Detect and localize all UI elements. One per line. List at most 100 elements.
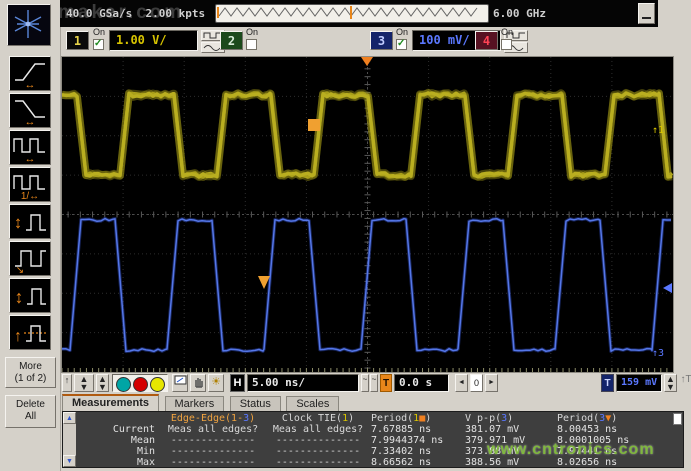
- measurement-value: --------------: [265, 446, 371, 457]
- sidebar-meas-v-peak-peak-button[interactable]: ↕: [9, 278, 51, 313]
- sidebar-meas-v-amplitude-button[interactable]: ↕: [9, 204, 51, 239]
- position-spinner[interactable]: ▲▼: [74, 374, 94, 392]
- more-measurements-button[interactable]: More (1 of 2): [5, 357, 56, 388]
- channel-1-scale-field[interactable]: 1.00 V/: [109, 30, 198, 51]
- measurement-row: Mean----------------------------7.994437…: [77, 435, 682, 446]
- scroll-down-button[interactable]: ▼: [63, 455, 76, 467]
- measurements-scrollbar[interactable]: ▲ ▼: [63, 412, 76, 467]
- horizontal-position-field[interactable]: 0.0 s: [394, 374, 449, 392]
- horizontal-setup-button[interactable]: H: [230, 374, 245, 392]
- channel-2-on-checkbox[interactable]: [246, 39, 257, 50]
- marker-color-buttons[interactable]: [112, 374, 168, 392]
- channel-3-on-checkbox[interactable]: [396, 39, 407, 50]
- timebase-field[interactable]: 5.00 ns/: [247, 374, 359, 392]
- measurement-row: CurrentMeas all edges?Meas all edges?7.6…: [77, 424, 682, 435]
- table-scroll-nub[interactable]: [673, 413, 682, 425]
- delete-all-button[interactable]: Delete All: [5, 395, 56, 428]
- waveform-grid: ↑1 ↑3: [62, 57, 673, 372]
- measurement-value: Meas all edges?: [161, 424, 265, 435]
- measurement-header-cell: V p-p(3): [465, 413, 557, 424]
- measurement-header-cell: Edge-Edge(1-3): [161, 413, 265, 424]
- measurement-row: Min----------------------------7.33402 n…: [77, 446, 682, 457]
- measurement-row-label: Max: [77, 457, 161, 468]
- svg-text:↑1: ↑1: [652, 125, 664, 136]
- marker-up-button[interactable]: ↑: [62, 374, 72, 392]
- trigger-level-field[interactable]: 159 mV: [616, 374, 662, 392]
- measurement-row: Max----------------------------8.66562 n…: [77, 457, 682, 468]
- channel-3-on-label: On: [396, 27, 408, 37]
- measurement-value: 7.67885 ns: [371, 424, 465, 435]
- svg-text:↔: ↔: [25, 79, 36, 89]
- period-icon: ↔: [11, 132, 49, 163]
- measurement-row-label: Min: [77, 446, 161, 457]
- sidebar-meas-frequency-button[interactable]: 1/↔: [9, 167, 51, 202]
- measurement-value: 381.07 mV: [465, 424, 557, 435]
- app-logo-button[interactable]: [7, 4, 51, 46]
- sidebar-meas-time-edge-button[interactable]: ↘: [9, 241, 51, 276]
- channel-2-on-label: On: [246, 27, 258, 37]
- sidebar-meas-rise-time-button[interactable]: ↔: [9, 56, 51, 91]
- trigger-time-button[interactable]: T: [380, 374, 392, 392]
- zoom-wave-button[interactable]: ~: [361, 374, 369, 392]
- fall-time-icon: ↔: [11, 95, 49, 126]
- touch-button[interactable]: [190, 374, 206, 392]
- measurement-sidebar: ↔ ↔ ↔ 1/↔ ↕ ↘ ↕ ↑: [0, 0, 61, 471]
- trigger-level-button[interactable]: T: [601, 374, 614, 392]
- channel-2-button[interactable]: 2: [220, 31, 243, 50]
- channel-1-on-checkbox[interactable]: [93, 39, 104, 50]
- measurement-value: 8.00453 ns: [557, 424, 682, 435]
- frequency-icon: 1/↔: [11, 169, 49, 200]
- v-peak-peak-icon: ↕: [11, 280, 49, 311]
- measurement-value: --------------: [161, 435, 265, 446]
- more-button-line2: (1 of 2): [6, 373, 55, 385]
- svg-text:↕: ↕: [15, 287, 24, 307]
- v-amplitude-icon: ↕: [11, 206, 49, 237]
- brightness-button[interactable]: ☀: [208, 374, 224, 392]
- measurement-row-label: Current: [77, 424, 161, 435]
- measurement-row-label: Mean: [77, 435, 161, 446]
- channel-4-on-checkbox[interactable]: [501, 39, 512, 50]
- display-settings-button[interactable]: [172, 374, 188, 392]
- trigger-level-spinner[interactable]: ▲▼: [664, 374, 677, 392]
- acquisition-bar: 40.0 GSa/s 2.00 kpts 6.00 GHz: [60, 0, 658, 27]
- memory-bar-waveform-preview: [216, 5, 486, 20]
- measurement-header-cell: Period(3▼): [557, 413, 682, 424]
- red-marker-button[interactable]: [133, 377, 148, 392]
- sidebar-meas-v-average-button[interactable]: ↑: [9, 315, 51, 350]
- channel-3-button[interactable]: 3: [370, 31, 393, 50]
- position-value[interactable]: 0: [470, 374, 483, 392]
- yellow-marker-button[interactable]: [150, 377, 165, 392]
- measurements-panel: ▲ ▼ Edge-Edge(1-3)Clock TIE(1)Period(1■)…: [62, 411, 684, 468]
- position-left-button[interactable]: ◄: [455, 374, 468, 392]
- minimize-button[interactable]: [638, 3, 655, 24]
- channel-4-button[interactable]: 4: [475, 31, 498, 50]
- position-right-button[interactable]: ►: [485, 374, 498, 392]
- horizontal-toolbar: ↑ ▲▼ ▲▼ ☀ H 5.00 ns/ ~ ~ T 0.0 s ◄ 0 ► T…: [60, 373, 691, 394]
- teal-marker-button[interactable]: [116, 377, 131, 392]
- memory-depth: 2.00 kpts: [145, 7, 205, 20]
- more-button-line1: More: [6, 361, 55, 373]
- wave-mode-button[interactable]: ~: [370, 374, 378, 392]
- svg-text:↕: ↕: [14, 213, 23, 232]
- hand-icon: [192, 375, 205, 388]
- measurement-header-cell: Period(1■): [371, 413, 465, 424]
- sample-rate-memory-readout: 40.0 GSa/s 2.00 kpts: [66, 7, 205, 20]
- measurement-value: 7.33402 ns: [371, 446, 465, 457]
- svg-text:↔: ↔: [25, 153, 36, 163]
- measurement-value: --------------: [265, 457, 371, 468]
- sidebar-meas-period-button[interactable]: ↔: [9, 130, 51, 165]
- scroll-up-button[interactable]: ▲: [63, 412, 76, 424]
- measurement-header-cell: Clock TIE(1): [265, 413, 371, 424]
- channel-1-button[interactable]: 1: [66, 31, 89, 50]
- sidebar-meas-fall-time-button[interactable]: ↔: [9, 93, 51, 128]
- waveform-display[interactable]: ↑1 ↑3: [62, 57, 673, 372]
- acquisition-memory-bar[interactable]: [215, 4, 489, 23]
- delete-button-line2: All: [6, 411, 55, 423]
- measurement-value: --------------: [161, 446, 265, 457]
- fine-spinner[interactable]: ▲▼: [96, 374, 109, 392]
- v-average-icon: ↑: [11, 317, 49, 348]
- svg-text:↑3: ↑3: [652, 348, 664, 359]
- channel-4-on-label: On: [501, 27, 513, 37]
- measurement-value: Meas all edges?: [265, 424, 371, 435]
- sample-rate: 40.0 GSa/s: [66, 7, 132, 20]
